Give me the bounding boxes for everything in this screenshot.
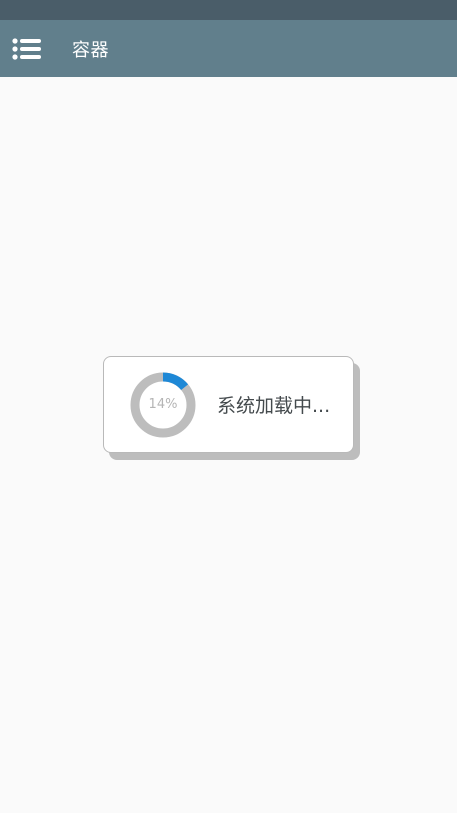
progress-percent: 14%	[148, 397, 178, 412]
app-bar: 容器	[0, 20, 457, 77]
loading-message: 系统加载中...	[217, 395, 331, 417]
status-bar	[0, 0, 457, 20]
page-title: 容器	[72, 39, 109, 61]
loading-dialog: 14% 系统加载中...	[103, 356, 354, 453]
menu-list-icon[interactable]	[12, 37, 42, 60]
progress-ring: 14%	[129, 371, 197, 439]
